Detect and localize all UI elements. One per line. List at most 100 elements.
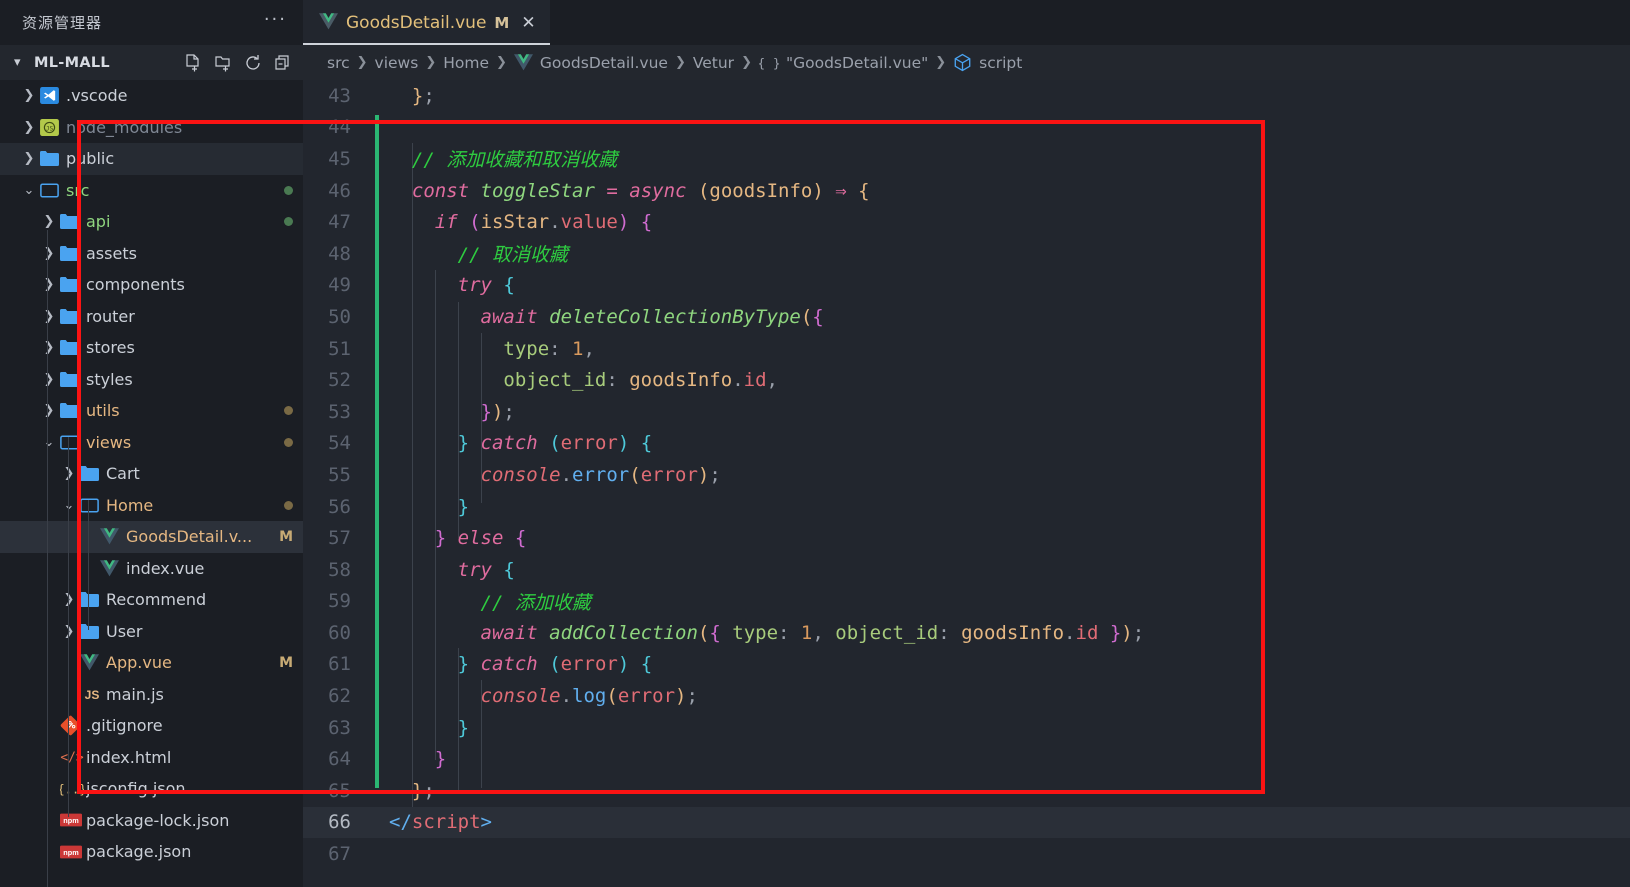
chevron-right-icon[interactable]: ❯ — [38, 246, 60, 261]
chevron-right-icon[interactable]: ❯ — [38, 340, 60, 355]
code-line[interactable]: 46 const toggleStar = async (goodsInfo) … — [303, 175, 1630, 207]
chevron-down-icon[interactable]: ⌄ — [18, 183, 40, 198]
tree-item-nodemodules[interactable]: ❯ JS node_modules — [0, 112, 303, 144]
tree-item-goodsdetailv[interactable]: GoodsDetail.v... M — [0, 521, 303, 553]
breadcrumb-item-script[interactable]: script — [979, 54, 1022, 72]
code-line[interactable]: 54 } catch (error) { — [303, 428, 1630, 460]
tree-item-stores[interactable]: ❯ stores — [0, 332, 303, 364]
code-line[interactable]: 48 // 取消收藏 — [303, 238, 1630, 270]
breadcrumb-item-goodsdetailvue[interactable]: "GoodsDetail.vue" — [786, 54, 928, 72]
code-line[interactable]: 53 }); — [303, 396, 1630, 428]
chevron-right-icon[interactable]: ❯ — [18, 88, 40, 103]
explorer-tree[interactable]: ❯ .vscode ❯ JS node_modules ❯ public ⌄ src ❯ api ❯ a… — [0, 80, 303, 887]
line-number: 57 — [328, 527, 351, 550]
chevron-right-icon[interactable]: ❯ — [58, 592, 80, 607]
folder-icon — [60, 277, 79, 293]
breadcrumb-item-src[interactable]: src — [327, 54, 350, 72]
tree-item-home[interactable]: ⌄ Home — [0, 490, 303, 522]
code-line[interactable]: 56 } — [303, 491, 1630, 523]
tree-item-indexvue[interactable]: index.vue — [0, 553, 303, 585]
code-line[interactable]: 59 // 添加收藏 — [303, 586, 1630, 618]
new-folder-icon[interactable] — [213, 53, 233, 73]
tree-item-styles[interactable]: ❯ styles — [0, 364, 303, 396]
code-text: console.error(error); — [480, 463, 721, 486]
code-line[interactable]: 65 }; — [303, 775, 1630, 807]
tree-item-public[interactable]: ❯ public — [0, 143, 303, 175]
tree-item-label: public — [66, 149, 115, 169]
code-line[interactable]: 58 try { — [303, 554, 1630, 586]
code-line[interactable]: 50 await deleteCollectionByType({ — [303, 301, 1630, 333]
tree-item-indexhtml[interactable]: </> index.html — [0, 742, 303, 774]
tree-item-label: package-lock.json — [86, 810, 230, 830]
code-line[interactable]: 49 try { — [303, 270, 1630, 302]
project-root-header[interactable]: ▾ ML-MALL — [0, 45, 303, 80]
svg-text:npm: npm — [63, 848, 79, 857]
chevron-right-icon[interactable]: ❯ — [38, 214, 60, 229]
chevron-right-icon[interactable]: ❯ — [38, 403, 60, 418]
code-line[interactable]: 45 // 添加收藏和取消收藏 — [303, 143, 1630, 175]
breadcrumb-item-vetur[interactable]: Vetur — [693, 54, 734, 72]
tree-item-gitignore[interactable]: .gitignore — [0, 710, 303, 742]
tree-item-router[interactable]: ❯ router — [0, 301, 303, 333]
code-line[interactable]: 66 </script> — [303, 806, 1630, 839]
breadcrumb-item-goodsdetailvue[interactable]: GoodsDetail.vue — [540, 54, 668, 72]
chevron-right-icon[interactable]: ❯ — [38, 277, 60, 292]
breadcrumb-item-views[interactable]: views — [375, 54, 419, 72]
tree-item-packagelockjson[interactable]: npm package-lock.json — [0, 805, 303, 837]
tree-item-icon — [60, 371, 86, 387]
chevron-down-icon[interactable]: ▾ — [14, 55, 28, 70]
chevron-down-icon[interactable]: ⌄ — [58, 498, 80, 513]
tree-item-label: User — [106, 621, 143, 641]
breadcrumb-separator: ❯ — [356, 55, 368, 70]
code-line[interactable]: 43 }; — [303, 80, 1630, 112]
tree-item-label: stores — [86, 338, 135, 358]
chevron-right-icon[interactable]: ❯ — [18, 151, 40, 166]
code-line[interactable]: 47 if (isStar.value) { — [303, 206, 1630, 238]
tree-item-components[interactable]: ❯ components — [0, 269, 303, 301]
code-line[interactable]: 51 type: 1, — [303, 333, 1630, 365]
code-line[interactable]: 63 } — [303, 712, 1630, 744]
code-line[interactable]: 52 object_id: goodsInfo.id, — [303, 364, 1630, 396]
close-icon[interactable]: ✕ — [521, 13, 535, 33]
chevron-right-icon[interactable]: ❯ — [38, 309, 60, 324]
tree-item-src[interactable]: ⌄ src — [0, 175, 303, 207]
tree-item-cart[interactable]: ❯ Cart — [0, 458, 303, 490]
code-lines[interactable]: 43 }; 44 45 // 添加收藏和取消收藏 46 const toggleSta… — [303, 80, 1630, 887]
tree-item-packagejson[interactable]: npm package.json — [0, 836, 303, 868]
tab-goodsdetail-vue[interactable]: GoodsDetail.vue M ✕ — [303, 0, 550, 45]
code-line[interactable]: 60 await addCollection({ type: 1, object… — [303, 617, 1630, 649]
code-line[interactable]: 67 — [303, 838, 1630, 870]
tree-item-vscode[interactable]: ❯ .vscode — [0, 80, 303, 112]
tree-item-user[interactable]: ❯ User — [0, 616, 303, 648]
chevron-right-icon[interactable]: ❯ — [58, 624, 80, 639]
tree-item-jsconfigjson[interactable]: {..}jsconfig.json — [0, 773, 303, 805]
breadcrumb-item-home[interactable]: Home — [443, 54, 489, 72]
code-line[interactable]: 57 } else { — [303, 522, 1630, 554]
code-line[interactable]: 44 — [303, 112, 1630, 144]
explorer-more-icon[interactable]: ··· — [264, 10, 287, 31]
tree-item-mainjs[interactable]: JS main.js — [0, 679, 303, 711]
chevron-right-icon[interactable]: ❯ — [18, 120, 40, 135]
vue-icon — [100, 528, 119, 545]
chevron-right-icon[interactable]: ❯ — [38, 372, 60, 387]
code-line[interactable]: 61 } catch (error) { — [303, 649, 1630, 681]
code-editor[interactable]: 43 }; 44 45 // 添加收藏和取消收藏 46 const toggleSta… — [303, 80, 1630, 887]
refresh-icon[interactable] — [243, 53, 263, 73]
collapse-all-icon[interactable] — [273, 53, 293, 73]
tree-item-views[interactable]: ⌄ views — [0, 427, 303, 459]
workbench-body: ❯ .vscode ❯ JS node_modules ❯ public ⌄ src ❯ api ❯ a… — [0, 80, 1630, 887]
code-line[interactable]: 64 } — [303, 743, 1630, 775]
tree-item-icon — [100, 528, 126, 545]
code-line[interactable]: 62 console.log(error); — [303, 680, 1630, 712]
tree-item-api[interactable]: ❯ api — [0, 206, 303, 238]
chevron-right-icon[interactable]: ❯ — [58, 466, 80, 481]
code-line[interactable]: 55 console.error(error); — [303, 459, 1630, 491]
tree-item-recommend[interactable]: ❯ Recommend — [0, 584, 303, 616]
chevron-down-icon[interactable]: ⌄ — [38, 435, 60, 450]
tree-item-appvue[interactable]: App.vue M — [0, 647, 303, 679]
tree-item-utils[interactable]: ❯ utils — [0, 395, 303, 427]
folder-icon — [80, 466, 99, 482]
tree-item-assets[interactable]: ❯ assets — [0, 238, 303, 270]
new-file-icon[interactable] — [183, 53, 203, 73]
tree-indent-guide — [88, 500, 89, 630]
